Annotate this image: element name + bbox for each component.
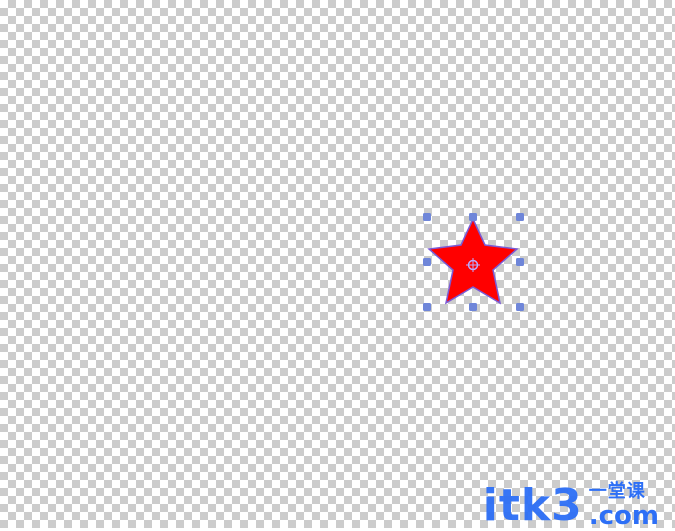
selection-handle-middle-left[interactable] — [423, 258, 431, 266]
selection-handle-top-right[interactable] — [516, 213, 524, 221]
selection-handle-top-middle[interactable] — [469, 213, 477, 221]
selection-handle-middle-right[interactable] — [516, 258, 524, 266]
selection-handle-top-left[interactable] — [423, 213, 431, 221]
selection-stage — [0, 0, 675, 528]
selection-handle-bottom-middle[interactable] — [469, 303, 477, 311]
selection-handle-bottom-left[interactable] — [423, 303, 431, 311]
selection-handle-bottom-right[interactable] — [516, 303, 524, 311]
